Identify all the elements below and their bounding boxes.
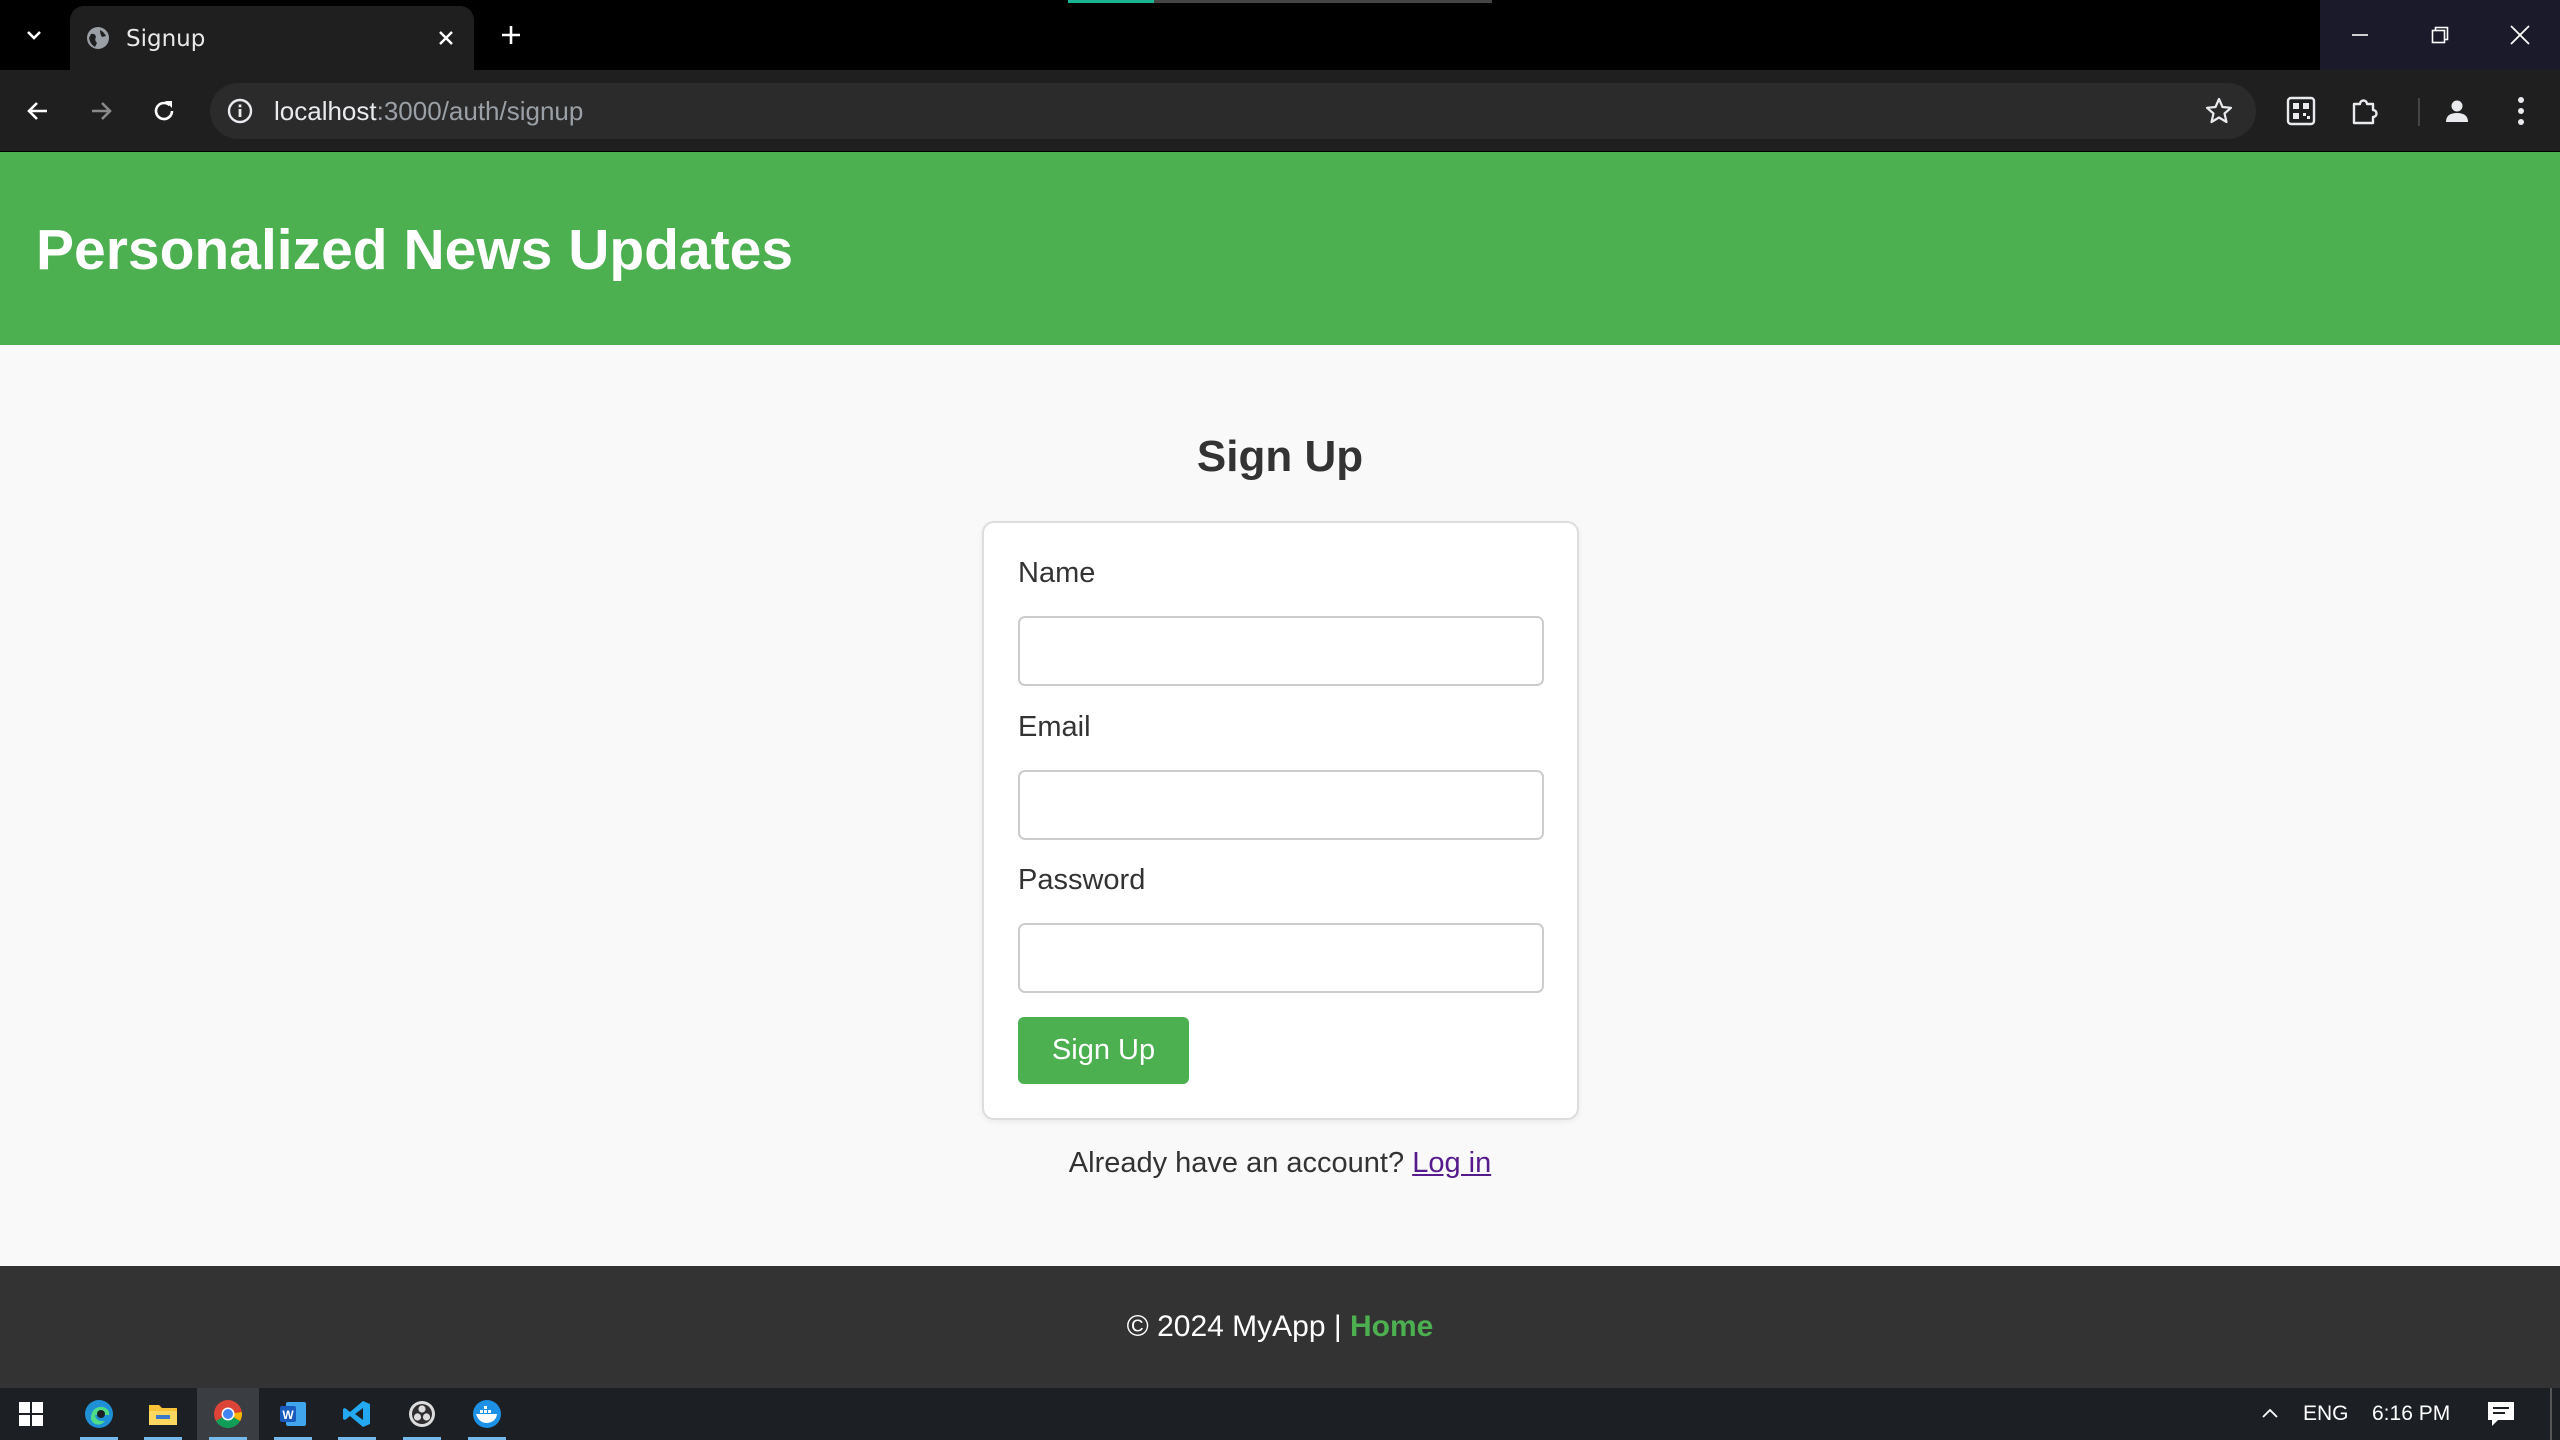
browser-tabbar: Signup bbox=[0, 0, 2560, 70]
close-window-button[interactable] bbox=[2480, 0, 2560, 70]
chevron-down-icon bbox=[27, 31, 41, 40]
show-desktop-button[interactable] bbox=[2550, 1388, 2552, 1440]
browser-tab[interactable]: Signup bbox=[70, 6, 474, 70]
home-link[interactable]: Home bbox=[1350, 1310, 1433, 1343]
close-icon bbox=[439, 31, 453, 45]
copyright-text: © 2024 MyApp | bbox=[1126, 1310, 1342, 1343]
page-title: Sign Up bbox=[1196, 432, 1364, 481]
more-vertical-icon bbox=[2518, 97, 2524, 125]
forward-button[interactable] bbox=[78, 88, 124, 134]
reload-button[interactable] bbox=[141, 88, 187, 134]
site-title: Personalized News Updates bbox=[36, 218, 794, 282]
obs-icon bbox=[409, 1401, 435, 1427]
taskbar-chrome[interactable] bbox=[197, 1388, 259, 1440]
minimize-icon bbox=[2352, 34, 2368, 36]
extensions-button[interactable] bbox=[2346, 92, 2384, 130]
close-icon bbox=[2510, 25, 2530, 45]
arrow-right-icon bbox=[92, 102, 112, 120]
login-prompt-text: Already have an account? bbox=[1068, 1147, 1405, 1179]
plus-icon bbox=[502, 26, 520, 44]
url-text: localhost:3000/auth/signup bbox=[274, 96, 584, 126]
password-field[interactable] bbox=[1018, 923, 1544, 993]
vscode-icon bbox=[343, 1401, 370, 1427]
email-label: Email bbox=[1018, 711, 1091, 743]
tray-overflow-button[interactable] bbox=[2258, 1402, 2282, 1426]
email-field[interactable] bbox=[1018, 770, 1544, 840]
site-footer: © 2024 MyApp | Home bbox=[0, 1266, 2560, 1388]
taskbar-word[interactable]: W bbox=[262, 1388, 324, 1440]
password-label: Password bbox=[1018, 864, 1146, 896]
browser-menu-button[interactable] bbox=[2502, 92, 2540, 130]
clock[interactable]: 6:16 PM bbox=[2372, 1402, 2450, 1426]
new-tab-button[interactable] bbox=[492, 16, 530, 54]
tab-close-button[interactable] bbox=[432, 24, 460, 52]
restore-button[interactable] bbox=[2400, 0, 2480, 70]
bookmark-star-icon[interactable] bbox=[2204, 96, 2234, 126]
footer-text: © 2024 MyApp | Home bbox=[0, 1310, 2560, 1344]
taskbar-file-explorer[interactable] bbox=[132, 1388, 194, 1440]
signup-form: Name Email Password Sign Up bbox=[982, 521, 1579, 1120]
minimize-button[interactable] bbox=[2320, 0, 2400, 70]
svg-text:W: W bbox=[282, 1408, 294, 1422]
login-prompt: Already have an account? Log in bbox=[0, 1147, 2560, 1180]
taskbar: W ENG 6:16 PM bbox=[0, 1388, 2560, 1440]
globe-icon bbox=[87, 27, 109, 49]
word-icon: W bbox=[280, 1402, 306, 1426]
person-icon bbox=[2446, 100, 2468, 122]
puzzle-icon bbox=[2352, 99, 2378, 125]
start-button[interactable] bbox=[0, 1388, 62, 1440]
chrome-icon bbox=[214, 1400, 243, 1428]
chevron-up-icon bbox=[2262, 1408, 2278, 1418]
qr-code-button[interactable] bbox=[2282, 92, 2320, 130]
log-in-link[interactable]: Log in bbox=[1412, 1147, 1491, 1179]
back-button[interactable] bbox=[15, 88, 61, 134]
name-field[interactable] bbox=[1018, 616, 1544, 686]
folder-icon bbox=[149, 1405, 177, 1425]
notifications-button[interactable] bbox=[2486, 1400, 2516, 1428]
edge-icon bbox=[85, 1400, 113, 1428]
info-icon[interactable] bbox=[226, 97, 254, 125]
reload-icon bbox=[154, 101, 174, 121]
taskbar-vscode[interactable] bbox=[326, 1388, 388, 1440]
tab-title: Signup bbox=[126, 26, 206, 52]
taskbar-edge[interactable] bbox=[68, 1388, 130, 1440]
restore-icon bbox=[2431, 26, 2449, 44]
language-indicator[interactable]: ENG bbox=[2303, 1402, 2349, 1426]
name-label: Name bbox=[1018, 557, 1096, 589]
profile-button[interactable] bbox=[2438, 92, 2476, 130]
tab-loading-indicator bbox=[1068, 0, 1492, 3]
windows-logo-icon bbox=[19, 1402, 43, 1426]
site-header: Personalized News Updates bbox=[0, 152, 2560, 345]
arrow-left-icon bbox=[27, 102, 47, 120]
docker-icon bbox=[473, 1400, 501, 1428]
taskbar-obs[interactable] bbox=[391, 1388, 453, 1440]
taskbar-docker[interactable] bbox=[456, 1388, 518, 1440]
tab-search-button[interactable] bbox=[10, 15, 58, 55]
address-bar[interactable]: localhost:3000/auth/signup bbox=[210, 83, 2256, 139]
chat-bubble-icon bbox=[2488, 1402, 2514, 1426]
sign-up-button[interactable]: Sign Up bbox=[1018, 1017, 1189, 1084]
qr-code-icon bbox=[2286, 96, 2316, 126]
browser-toolbar: localhost:3000/auth/signup bbox=[0, 70, 2560, 152]
toolbar-divider bbox=[2418, 98, 2420, 126]
